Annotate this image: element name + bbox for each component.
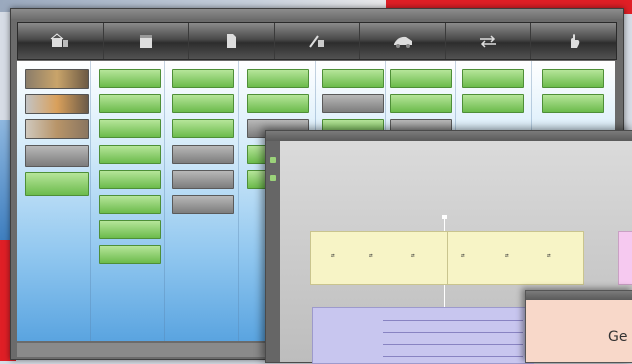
green-item[interactable] — [461, 94, 524, 113]
tools-icon — [309, 35, 325, 48]
detail-window-titlebar[interactable] — [526, 291, 632, 300]
pink-group — [618, 231, 632, 285]
detail-window: Ge — [525, 290, 632, 363]
thumbnail-item[interactable] — [25, 119, 89, 139]
home-icon — [50, 33, 69, 47]
green-item[interactable] — [542, 94, 605, 113]
thumbnail-item[interactable] — [25, 94, 89, 114]
column-3 — [165, 61, 240, 341]
toolbar-button-hand[interactable] — [531, 23, 616, 59]
gray-item[interactable] — [172, 145, 235, 164]
green-item[interactable] — [99, 195, 162, 214]
green-item[interactable] — [99, 94, 162, 113]
arrow-pair[interactable]: ⇄ — [547, 252, 551, 259]
desktop-blue-area — [0, 120, 10, 240]
green-item[interactable] — [172, 69, 235, 88]
green-item[interactable] — [99, 245, 162, 264]
arrow-pair[interactable]: ⇄ — [505, 252, 509, 259]
calendar-icon — [139, 35, 152, 48]
green-item[interactable] — [389, 94, 452, 113]
document-icon — [227, 34, 237, 48]
arrow-pair[interactable]: ⇄ — [461, 252, 465, 259]
thumbnail-item[interactable] — [25, 69, 89, 89]
lilac-row-line — [383, 332, 523, 333]
toolbar-button-vehicle[interactable] — [360, 23, 446, 59]
column-2 — [91, 61, 166, 341]
lilac-row-line — [383, 320, 523, 321]
main-toolbar — [17, 22, 617, 60]
green-item[interactable] — [99, 119, 162, 138]
gray-item[interactable] — [172, 195, 235, 214]
gray-item[interactable] — [25, 145, 89, 167]
green-item[interactable] — [99, 145, 162, 164]
green-item[interactable] — [25, 172, 89, 196]
exchange-icon — [480, 35, 497, 48]
toolbar-button-exchange[interactable] — [446, 23, 532, 59]
gray-item[interactable] — [321, 94, 384, 113]
green-item[interactable] — [172, 94, 235, 113]
hand-icon — [570, 34, 580, 48]
group-separator — [447, 232, 448, 284]
green-item[interactable] — [321, 69, 384, 88]
yellow-group: ⇄ ⇄ ⇄ ⇄ ⇄ ⇄ — [310, 231, 584, 285]
detail-text: Ge — [608, 329, 628, 345]
lilac-row-line — [383, 356, 523, 357]
toolbar-button-home[interactable] — [18, 23, 104, 59]
arrow-pair[interactable]: ⇄ — [331, 252, 335, 259]
column-1 — [17, 61, 92, 341]
sidebar-indicator[interactable] — [270, 157, 276, 163]
main-window-titlebar[interactable] — [11, 9, 623, 19]
gray-item[interactable] — [172, 170, 235, 189]
green-item[interactable] — [247, 69, 310, 88]
flow-window-titlebar[interactable] — [266, 131, 632, 141]
toolbar-button-calendar[interactable] — [104, 23, 190, 59]
vehicle-icon — [393, 36, 412, 48]
sidebar-indicator[interactable] — [270, 175, 276, 181]
green-item[interactable] — [389, 69, 452, 88]
lilac-group — [312, 307, 534, 364]
flow-window-sidebar — [266, 141, 280, 362]
arrow-pair[interactable]: ⇄ — [411, 252, 415, 259]
green-item[interactable] — [461, 69, 524, 88]
green-item[interactable] — [247, 94, 310, 113]
green-item[interactable] — [99, 220, 162, 239]
lilac-row-line — [383, 344, 523, 345]
green-item[interactable] — [99, 170, 162, 189]
arrow-pair[interactable]: ⇄ — [369, 252, 373, 259]
toolbar-button-document[interactable] — [189, 23, 275, 59]
green-item[interactable] — [172, 119, 235, 138]
green-item[interactable] — [542, 69, 605, 88]
toolbar-button-tools[interactable] — [275, 23, 361, 59]
green-item[interactable] — [99, 69, 162, 88]
